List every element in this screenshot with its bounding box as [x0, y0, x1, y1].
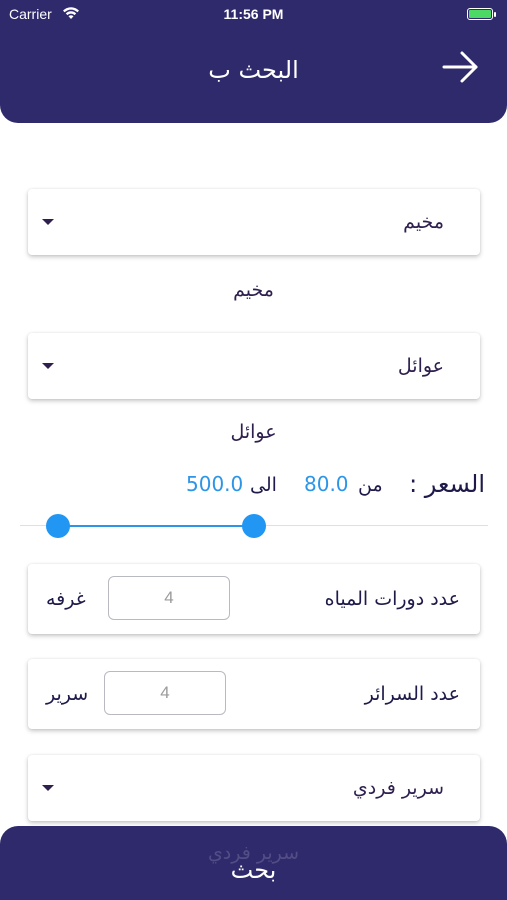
- beds-input[interactable]: 4: [104, 671, 226, 715]
- page-title: البحث ب: [208, 56, 299, 84]
- audience-caption: عوائل: [230, 421, 277, 443]
- bed-type-selected-value: سرير فردي: [352, 777, 444, 799]
- app-header: Carrier 11:56 PM البحث ب: [0, 0, 507, 123]
- price-slider-range: [58, 525, 254, 527]
- beds-unit: سرير: [46, 683, 89, 705]
- beds-label: عدد السرائر: [364, 683, 460, 705]
- beds-row: عدد السرائر 4 سرير: [28, 659, 480, 729]
- price-to-label: الى: [250, 474, 277, 496]
- bathrooms-label: عدد دورات المياه: [324, 588, 460, 610]
- audience-selected-value: عوائل: [397, 355, 444, 377]
- price-label: السعر :: [409, 470, 485, 498]
- arrow-right-icon[interactable]: [442, 50, 480, 84]
- bathrooms-row: عدد دورات المياه 4 غرفه: [28, 564, 480, 634]
- clock: 11:56 PM: [223, 6, 284, 22]
- caret-down-icon: [42, 785, 54, 791]
- caret-down-icon: [42, 219, 54, 225]
- category-caption: مخيم: [233, 279, 274, 301]
- search-button[interactable]: سرير فردي بحث: [0, 826, 507, 900]
- caret-down-icon: [42, 363, 54, 369]
- price-slider-min-handle[interactable]: [46, 514, 70, 538]
- bathrooms-unit: غرفه: [46, 588, 86, 610]
- bed-type-dropdown[interactable]: سرير فردي: [28, 755, 480, 821]
- price-max-value: 500.0: [186, 472, 244, 496]
- status-bar: Carrier 11:56 PM: [0, 4, 507, 24]
- category-selected-value: مخيم: [403, 211, 444, 233]
- price-from-label: من: [358, 474, 383, 496]
- audience-dropdown[interactable]: عوائل: [28, 333, 480, 399]
- category-dropdown[interactable]: مخيم: [28, 189, 480, 255]
- price-min-value: 80.0: [304, 472, 349, 496]
- search-button-label: بحث: [230, 856, 277, 884]
- price-slider-max-handle[interactable]: [242, 514, 266, 538]
- battery-icon: [467, 8, 496, 20]
- bathrooms-input[interactable]: 4: [108, 576, 230, 620]
